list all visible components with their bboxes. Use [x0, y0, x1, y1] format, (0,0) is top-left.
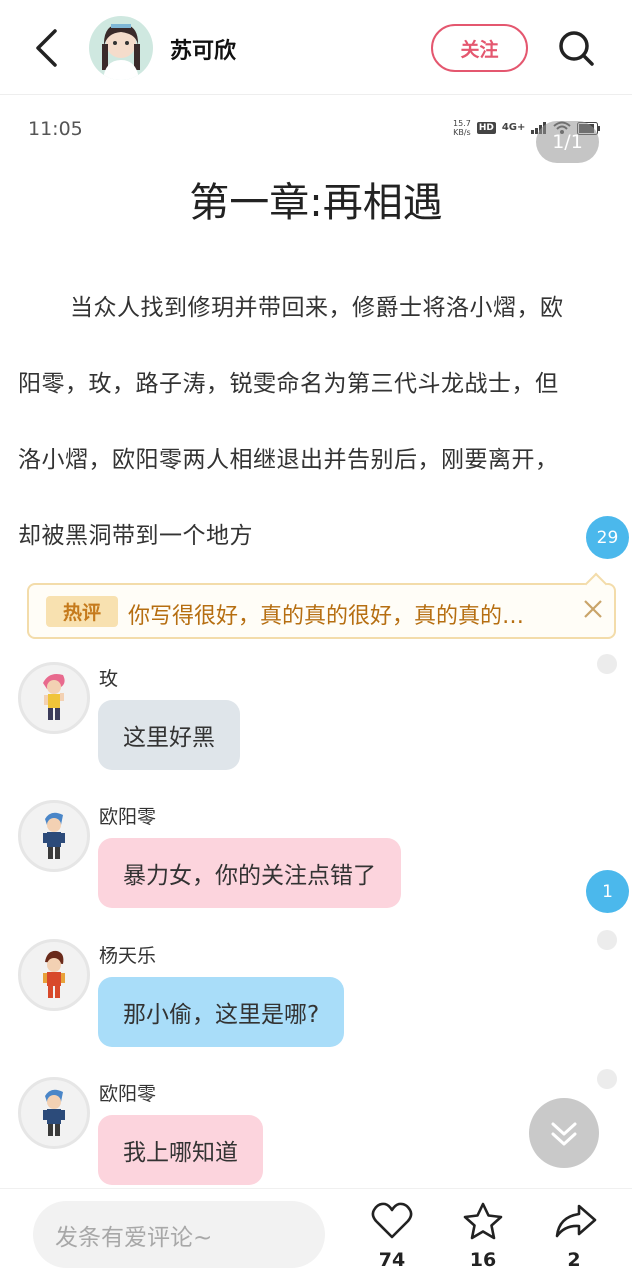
chat-message: 玫 这里好黑: [0, 662, 632, 782]
hot-comment-tag: 热评: [46, 596, 118, 627]
close-button[interactable]: [582, 598, 604, 620]
chevron-left-icon: [36, 29, 57, 67]
favorite-count: 16: [469, 1249, 497, 1271]
avatar[interactable]: [18, 662, 90, 734]
avatar[interactable]: [18, 800, 90, 872]
follow-button[interactable]: 关注: [431, 24, 528, 72]
like-count: 74: [378, 1249, 406, 1271]
message-bubble[interactable]: 我上哪知道: [98, 1115, 263, 1185]
bottom-action-bar: 发条有爱评论~ 74 16 2: [0, 1188, 632, 1280]
like-button[interactable]: 74: [362, 1201, 422, 1277]
sender-name: 欧阳零: [99, 806, 157, 828]
top-bar: 苏可欣 关注: [0, 0, 632, 95]
message-bubble[interactable]: 暴力女，你的关注点错了: [98, 838, 401, 908]
author-avatar[interactable]: [89, 16, 153, 80]
share-count: 2: [567, 1249, 581, 1271]
chat-message: 杨天乐 那小偷，这里是哪?: [0, 939, 632, 1059]
paragraph-comment-count[interactable]: 29: [586, 516, 629, 559]
avatar[interactable]: [18, 1077, 90, 1149]
message-bubble[interactable]: 这里好黑: [98, 700, 240, 770]
share-button[interactable]: 2: [544, 1201, 604, 1277]
favorite-button[interactable]: 16: [453, 1201, 513, 1277]
page-indicator: 1/1: [536, 121, 599, 163]
share-arrow-icon: [555, 1204, 597, 1238]
status-time: 11:05: [28, 118, 83, 140]
back-button[interactable]: [28, 26, 68, 70]
chapter-title: 第一章:再相遇: [189, 180, 443, 226]
hot-comment-banner[interactable]: 热评 你写得很好，真的真的很好，真的真的…: [27, 583, 616, 639]
sender-name: 杨天乐: [99, 945, 157, 967]
author-name[interactable]: 苏可欣: [170, 33, 236, 65]
double-chevron-down-icon: [551, 1122, 577, 1146]
message-bubble[interactable]: 那小偷，这里是哪?: [98, 977, 345, 1047]
story-paragraph: 当众人找到修玥并带回来，修爵士将洛小熠，欧阳零，玫，路子涛，锐雯命名为第三代斗龙…: [18, 295, 564, 549]
search-icon: [559, 31, 594, 66]
sender-name: 欧阳零: [99, 1083, 157, 1105]
chat-message: 欧阳零 暴力女，你的关注点错了: [0, 800, 632, 920]
search-button[interactable]: [556, 26, 596, 70]
comment-input[interactable]: 发条有爱评论~: [33, 1201, 325, 1268]
message-comment-count[interactable]: 1: [586, 870, 629, 913]
star-icon: [463, 1202, 503, 1240]
sender-name: 玫: [99, 668, 119, 690]
avatar[interactable]: [18, 939, 90, 1011]
hd-badge: HD: [476, 122, 496, 134]
close-icon: [584, 600, 602, 618]
network-speed: 15.7 KB/s: [453, 119, 471, 137]
comment-dot[interactable]: [597, 654, 617, 674]
heart-icon: [371, 1202, 413, 1239]
network-type: 4G+: [501, 122, 526, 133]
hot-comment-text: 你写得很好，真的真的很好，真的真的…: [128, 604, 525, 629]
scroll-down-button[interactable]: [529, 1098, 599, 1168]
